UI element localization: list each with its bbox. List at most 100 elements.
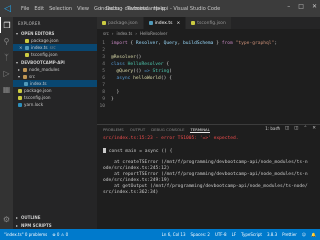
folder-item[interactable]: ▾ src bbox=[13, 73, 97, 80]
chevron-down-icon: ▾ bbox=[18, 74, 21, 79]
status-right: Ln 6, Col 13 Spaces: 2 UTF-8 LF TypeScript 3.… bbox=[162, 229, 316, 240]
menu-item-debug[interactable]: Debug bbox=[106, 6, 122, 12]
debug-icon[interactable]: ▷ bbox=[0, 65, 13, 81]
outline-section[interactable]: ▸ OUTLINE bbox=[13, 213, 41, 221]
code-token: class bbox=[111, 61, 128, 67]
code-editor[interactable]: 1 import { Resolver, Query, buildSchema }… bbox=[97, 37, 320, 124]
status-item[interactable]: LF bbox=[232, 232, 237, 237]
line-number: 3 bbox=[102, 54, 105, 60]
status-item[interactable]: Ln 6, Col 13 bbox=[162, 232, 186, 237]
line-number: 6 bbox=[102, 75, 105, 81]
file-item[interactable]: yarn.lock bbox=[13, 101, 97, 108]
code-line: 3 @Resolver() bbox=[97, 54, 141, 60]
explorer-icon[interactable]: ❐ bbox=[0, 17, 13, 33]
extensions-icon[interactable]: ▦ bbox=[0, 81, 13, 97]
open-editor-item[interactable]: tsconfig.json bbox=[13, 51, 97, 58]
folder-icon bbox=[23, 67, 27, 72]
code-line: 2 bbox=[97, 47, 111, 53]
code-token: Resolver bbox=[135, 40, 159, 46]
close-icon[interactable]: ✕ bbox=[312, 3, 317, 10]
code-line: 10 bbox=[97, 103, 111, 109]
status-item[interactable]: UTF-8 bbox=[215, 232, 227, 237]
code-token: } bbox=[213, 40, 222, 46]
menu-item-view[interactable]: View bbox=[77, 6, 89, 12]
code-token: () { bbox=[160, 75, 172, 81]
menu-item-go[interactable]: Go bbox=[94, 6, 101, 12]
code-token: "type-graphql" bbox=[235, 40, 275, 46]
close-icon[interactable]: × bbox=[19, 45, 23, 50]
tab-tsconfig-json[interactable]: tsconfig.json bbox=[186, 17, 232, 29]
tab-label: package.json bbox=[108, 20, 138, 26]
file-item[interactable]: index.ts bbox=[13, 80, 97, 87]
file-ts-icon bbox=[24, 81, 28, 86]
open-editor-item[interactable]: × index.ts src bbox=[13, 44, 97, 51]
tree-item-label: index.ts bbox=[30, 81, 47, 86]
open-editors-title: OPEN EDITORS bbox=[21, 30, 55, 36]
vscode-logo-icon: ◁ bbox=[4, 3, 11, 14]
menu-item-terminal[interactable]: Terminal bbox=[127, 6, 148, 12]
file-item[interactable]: package.json bbox=[13, 87, 97, 94]
file-json-icon bbox=[25, 52, 29, 57]
breadcrumb-item[interactable]: index.ts bbox=[116, 31, 132, 36]
panel-tab-output[interactable]: OUTPUT bbox=[130, 127, 145, 132]
status-item[interactable]: ☺ bbox=[302, 232, 306, 237]
search-icon[interactable]: ⚲ bbox=[0, 33, 13, 49]
panel-tab-terminal[interactable]: TERMINAL bbox=[190, 127, 210, 133]
tab-index-ts[interactable]: index.ts × bbox=[143, 17, 187, 29]
chevron-up-icon[interactable]: ⌃ bbox=[303, 126, 307, 131]
open-editor-item[interactable]: package.json bbox=[13, 37, 97, 44]
line-number: 2 bbox=[102, 47, 105, 53]
panel-tab-problems[interactable]: PROBLEMS bbox=[103, 127, 124, 132]
open-editors-list: package.json × index.ts src tsconfig.json bbox=[13, 37, 97, 58]
close-panel-icon[interactable]: ✕ bbox=[312, 126, 316, 131]
line-number: 1 bbox=[102, 40, 105, 46]
activity-bar: ❐ ⚲ ᛉ ▷ ▦ ⚙ bbox=[0, 17, 13, 229]
add-terminal-icon[interactable]: + bbox=[276, 126, 280, 131]
minimize-icon[interactable]: – bbox=[287, 3, 290, 10]
terminal-output[interactable]: src/index.ts:15:23 - error TS1005: '=>' … bbox=[103, 136, 315, 196]
terminal-text: ode/src/index.ts:249:19) bbox=[103, 178, 170, 183]
menu-item-file[interactable]: File bbox=[21, 6, 29, 12]
folder-item[interactable]: ▸ node_modules bbox=[13, 66, 97, 73]
terminal-text: src/index.ts:15:23 - error TS1005: '=>' … bbox=[103, 136, 239, 141]
open-editors-section[interactable]: ▾ OPEN EDITORS bbox=[13, 29, 97, 37]
status-bar: "index.ts" 0 problems ⊗ 0 ⚠ 0 Ln 6, Col 1… bbox=[0, 229, 320, 240]
folder-icon bbox=[23, 74, 27, 79]
status-item[interactable]: 🔔 bbox=[311, 232, 316, 237]
code-token: @Resolver bbox=[111, 54, 136, 60]
tree-item-label: tsconfig.json bbox=[24, 95, 51, 100]
code-token: () bbox=[135, 54, 142, 60]
trash-icon[interactable]: ◫ bbox=[294, 126, 298, 131]
tab-package-json[interactable]: package.json bbox=[97, 17, 144, 29]
terminal-line: src/index.ts:362:34) bbox=[103, 190, 315, 196]
code-token: Query bbox=[163, 40, 178, 46]
close-icon[interactable]: × bbox=[177, 21, 181, 26]
editor-tabs: package.json index.ts × tsconfig.json bbox=[97, 17, 320, 29]
breadcrumb-item[interactable]: HelloResolver bbox=[140, 31, 167, 36]
status-item[interactable]: 3.8.3 bbox=[267, 232, 277, 237]
code-token: from bbox=[221, 40, 236, 46]
explorer-sidebar: EXPLORER ▾ OPEN EDITORS package.json × inde… bbox=[13, 17, 97, 229]
status-item[interactable]: TypeScript bbox=[241, 232, 262, 237]
menu-item-selection[interactable]: Selection bbox=[49, 6, 72, 12]
split-terminal-icon[interactable]: ◫ bbox=[285, 126, 289, 131]
status-item[interactable]: Prettier bbox=[282, 232, 297, 237]
maximize-icon[interactable]: □ bbox=[298, 3, 304, 10]
menu-item-help[interactable]: Help bbox=[154, 6, 165, 12]
code-token: import bbox=[111, 40, 131, 46]
code-token: @Query bbox=[111, 68, 134, 74]
panel-tab-debug-console[interactable]: DEBUG CONSOLE bbox=[151, 127, 184, 132]
menu-item-edit[interactable]: Edit bbox=[34, 6, 44, 12]
status-item[interactable]: Spaces: 2 bbox=[191, 232, 210, 237]
breadcrumb-item[interactable]: src bbox=[103, 31, 109, 36]
status-left: "index.ts" 0 problems ⊗ 0 ⚠ 0 bbox=[4, 232, 68, 237]
project-title: DEVBOOTCAMP-API bbox=[21, 59, 65, 65]
status-item[interactable]: "index.ts" 0 problems bbox=[4, 232, 47, 237]
file-item[interactable]: tsconfig.json bbox=[13, 94, 97, 101]
code-line: 8 } bbox=[97, 89, 119, 95]
status-item[interactable]: ⊗ 0 ⚠ 0 bbox=[52, 232, 68, 237]
npm-scripts-section[interactable]: ▸ NPM SCRIPTS bbox=[13, 221, 52, 229]
source-control-icon[interactable]: ᛉ bbox=[0, 49, 13, 65]
settings-gear-icon[interactable]: ⚙ bbox=[0, 211, 13, 227]
project-section[interactable]: ▾ DEVBOOTCAMP-API bbox=[13, 58, 97, 66]
